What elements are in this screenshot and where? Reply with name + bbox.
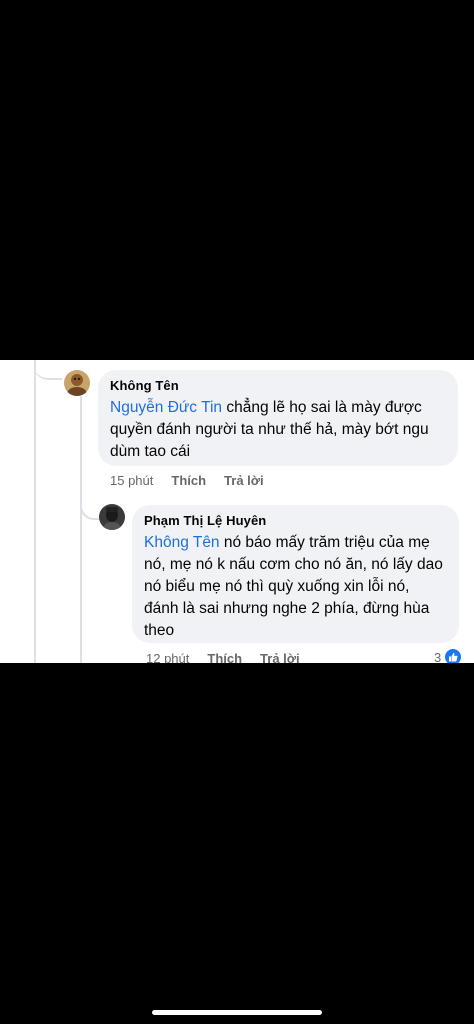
avatar[interactable] bbox=[99, 504, 125, 530]
like-icon bbox=[445, 649, 462, 663]
mention-link[interactable]: Nguyễn Đức Tin bbox=[110, 399, 222, 416]
comment-bubble: Không Tên Nguyễn Đức Tin chẳng lẽ họ sai… bbox=[98, 370, 458, 466]
mention-link[interactable]: Không Tên bbox=[144, 534, 220, 551]
comment-time[interactable]: 12 phút bbox=[146, 651, 189, 663]
thread-line-reply bbox=[80, 396, 82, 663]
avatar[interactable] bbox=[64, 370, 90, 396]
avatar-image bbox=[64, 370, 90, 396]
comment-time[interactable]: 15 phút bbox=[110, 473, 153, 488]
comment-thread: Không Tên Nguyễn Đức Tin chẳng lẽ họ sai… bbox=[0, 360, 474, 663]
comment-bubble: Phạm Thị Lệ Huyên Không Tên nó báo mấy t… bbox=[132, 505, 459, 643]
reaction-summary[interactable]: 3 bbox=[434, 649, 462, 664]
avatar-image bbox=[99, 504, 125, 530]
thread-line-outer bbox=[34, 360, 36, 663]
thread-connector-top bbox=[34, 360, 62, 380]
like-button[interactable]: Thích bbox=[207, 651, 242, 663]
comment-text: Nguyễn Đức Tin chẳng lẽ họ sai là mày đư… bbox=[110, 397, 446, 463]
reply-button[interactable]: Trả lời bbox=[260, 651, 300, 663]
comment-text: Không Tên nó báo mấy trăm triệu của mẹ n… bbox=[144, 532, 447, 642]
reply-button[interactable]: Trả lời bbox=[224, 473, 264, 488]
comment-author[interactable]: Phạm Thị Lệ Huyên bbox=[144, 513, 447, 528]
like-button[interactable]: Thích bbox=[171, 473, 206, 488]
reaction-count: 3 bbox=[434, 649, 442, 664]
home-indicator bbox=[152, 1010, 322, 1015]
comment-actions: 12 phút Thích Trả lời bbox=[146, 651, 300, 663]
comment-actions: 15 phút Thích Trả lời bbox=[110, 473, 264, 488]
comment-author[interactable]: Không Tên bbox=[110, 378, 446, 393]
